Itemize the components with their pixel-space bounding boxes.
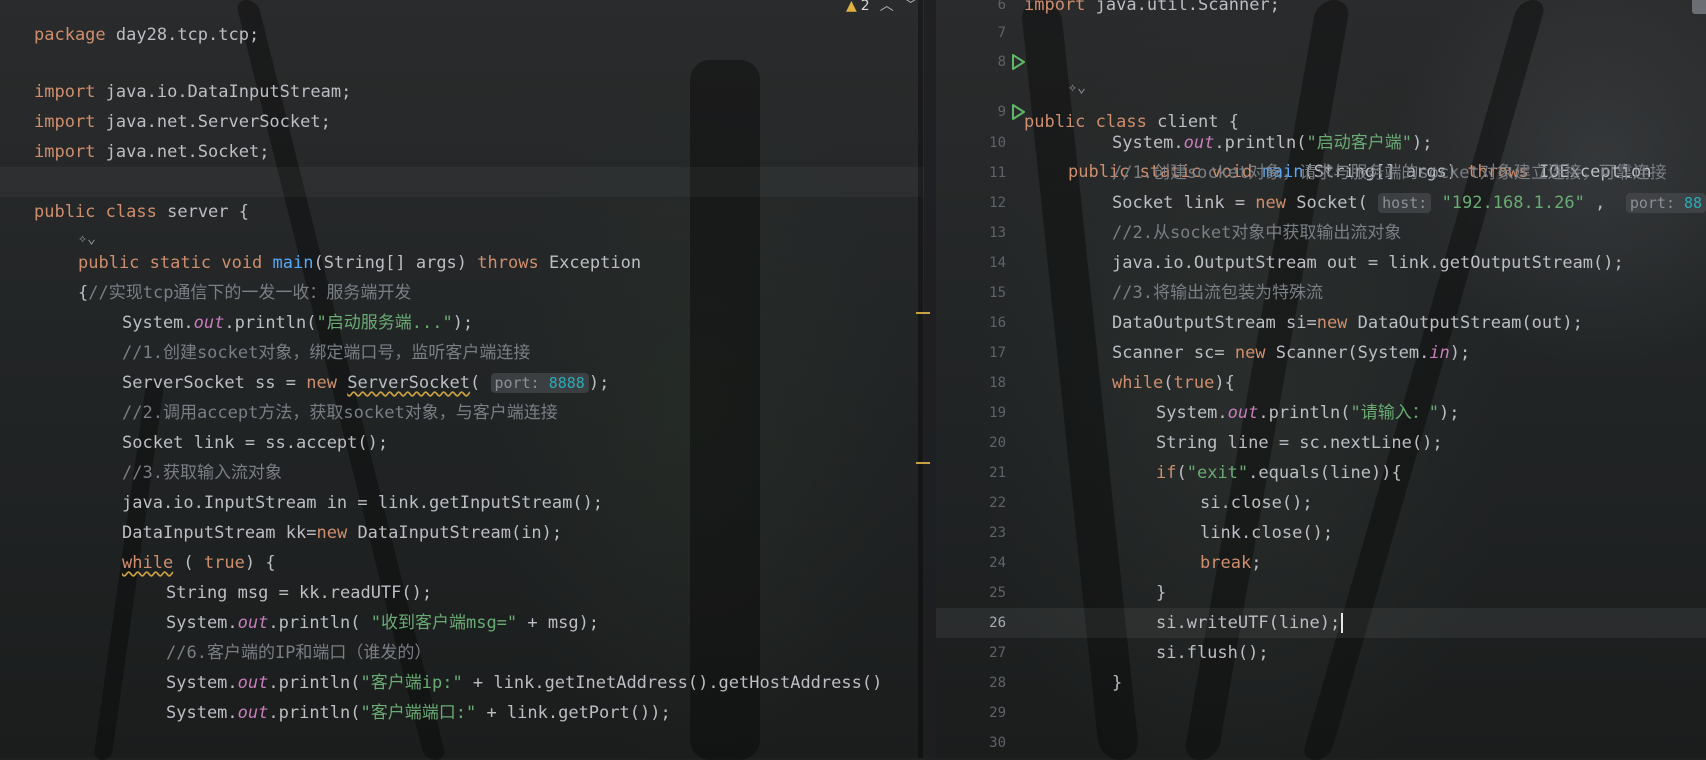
code-line[interactable]: {//实现tcp通信下的一发一收：服务端开发 <box>0 248 411 303</box>
warning-badge[interactable]: ▲ 2 ︿ ﹀ <box>846 0 918 17</box>
warning-triangle-icon: ▲ <box>846 0 857 14</box>
code-line[interactable]: System.out.println("客户端端口:" + link.getPo… <box>0 668 671 723</box>
scrollbar-warning-mark[interactable] <box>916 312 930 314</box>
left-scrollbar[interactable] <box>918 0 923 758</box>
line-number: 18 <box>989 375 1006 391</box>
current-line-number: 26 <box>989 615 1006 631</box>
line-number: 10 <box>989 135 1006 151</box>
left-editor-pane[interactable]: package day28.tcp.tcp; import java.io.Da… <box>0 0 924 758</box>
code-line[interactable]: //2.调用accept方法，获取socket对象，与客户端连接 <box>0 368 558 423</box>
inspection-widget-icon[interactable] <box>1692 0 1706 14</box>
line-number: 28 <box>989 675 1006 691</box>
line-highlight <box>0 167 924 197</box>
code-line[interactable]: import java.io.DataInputStream; <box>0 47 351 102</box>
code-line[interactable]: } <box>0 728 41 758</box>
line-number: 17 <box>989 345 1006 361</box>
run-gutter-icon[interactable] <box>1008 52 1028 72</box>
line-number: 19 <box>989 405 1006 421</box>
code-line[interactable]: String msg = kk.readUTF(); <box>0 548 432 603</box>
line-number: 21 <box>989 465 1006 481</box>
line-number: 27 <box>989 645 1006 661</box>
line-number: 11 <box>989 165 1006 181</box>
code-line[interactable]: DataInputStream kk=new DataInputStream(i… <box>0 488 562 543</box>
scrollbar-warning-mark[interactable] <box>916 462 930 464</box>
code-line[interactable]: System.out.println( "收到客户端msg=" + msg); <box>0 578 599 633</box>
line-number: 20 <box>989 435 1006 451</box>
code-line[interactable]: //6.客户端的IP和端口（谁发的） <box>0 608 431 663</box>
line-number: 7 <box>997 25 1006 41</box>
split-divider[interactable] <box>924 0 936 758</box>
line-number: 24 <box>989 555 1006 571</box>
line-number: 14 <box>989 255 1006 271</box>
code-line[interactable]: import java.net.Socket; <box>0 107 269 162</box>
text-caret <box>1341 613 1344 633</box>
code-line[interactable]: import java.net.ServerSocket; <box>0 77 331 132</box>
line-number: 15 <box>989 285 1006 301</box>
line-number: 9 <box>997 104 1006 120</box>
code-line[interactable]: System.out.println("客户端ip:" + link.getIn… <box>0 638 882 693</box>
code-line[interactable]: Socket link = ss.accept(); <box>0 398 388 453</box>
code-line[interactable]: public static void main(String[] args) t… <box>0 218 641 273</box>
line-number: 13 <box>989 225 1006 241</box>
parameter-hint: port: 8888 <box>490 373 589 393</box>
code-line[interactable]: package day28.tcp.tcp; <box>0 0 259 45</box>
line-number: 22 <box>989 495 1006 511</box>
ai-lens-icon[interactable]: ✧⌄ <box>1068 72 1086 102</box>
line-number: 23 <box>989 525 1006 541</box>
line-number: 12 <box>989 195 1006 211</box>
line-number: 25 <box>989 585 1006 601</box>
line-number: 30 <box>989 735 1006 751</box>
code-line[interactable]: //3.获取输入流对象 <box>0 428 282 483</box>
line-number: 16 <box>989 315 1006 331</box>
code-line[interactable]: System.out.println("启动服务端..."); <box>0 278 473 333</box>
code-line[interactable]: while ( true) { <box>0 518 276 573</box>
line-number: 8 <box>997 54 1006 70</box>
code-line[interactable]: //1.创建socket对象，绑定端口号，监听客户端连接 <box>0 308 530 363</box>
parameter-hint: port: 88 <box>1625 193 1706 213</box>
right-editor-pane[interactable]: 6 import java.util.Scanner; 7 8 public cl… <box>936 0 1706 758</box>
chevron-up-icon[interactable]: ︿ <box>880 0 894 14</box>
line-number: 6 <box>997 0 1006 13</box>
line-number: 29 <box>989 705 1006 721</box>
chevron-down-icon[interactable]: ﹀ <box>904 0 918 14</box>
run-gutter-icon[interactable] <box>1008 102 1028 122</box>
code-line[interactable]: java.io.InputStream in = link.getInputSt… <box>0 458 603 513</box>
parameter-hint: host: <box>1378 193 1432 213</box>
code-line[interactable]: ServerSocket ss = new ServerSocket( port… <box>0 338 609 393</box>
